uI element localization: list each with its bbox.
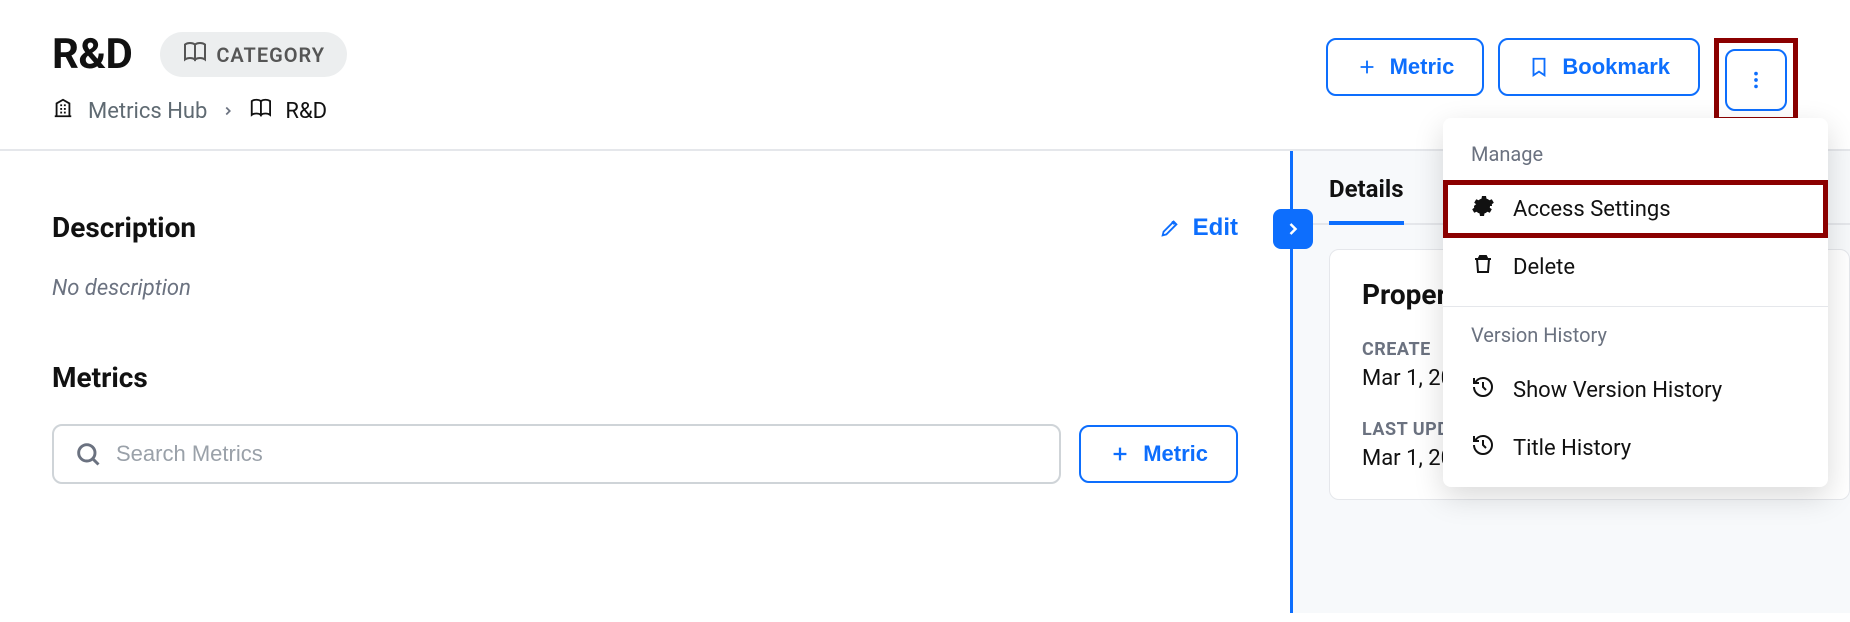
more-actions-menu: Manage Access Settings Delete Version Hi…	[1443, 118, 1828, 487]
menu-item-delete[interactable]: Delete	[1443, 238, 1828, 296]
chevron-right-icon	[221, 99, 235, 124]
menu-item-label: Access Settings	[1513, 197, 1671, 222]
title-row: R&D CATEGORY	[52, 30, 347, 79]
add-metric-inline-button[interactable]: Metric	[1079, 425, 1238, 483]
menu-section-manage: Manage	[1443, 136, 1828, 180]
menu-divider	[1443, 306, 1828, 307]
book-open-icon	[182, 40, 206, 69]
menu-item-label: Title History	[1513, 436, 1631, 461]
edit-description-button[interactable]: Edit	[1159, 214, 1238, 242]
description-header-row: Description Edit	[52, 211, 1238, 244]
more-button-highlight	[1714, 38, 1798, 122]
add-metric-button[interactable]: Metric	[1326, 38, 1485, 96]
menu-item-label: Show Version History	[1513, 378, 1722, 403]
add-metric-label: Metric	[1390, 54, 1455, 80]
history-icon	[1471, 375, 1495, 405]
metrics-heading: Metrics	[52, 361, 1238, 394]
tab-details[interactable]: Details	[1329, 175, 1404, 225]
bookmark-button[interactable]: Bookmark	[1498, 38, 1700, 96]
search-icon	[74, 440, 102, 468]
page-title: R&D	[52, 30, 132, 79]
description-empty-text: No description	[52, 276, 1238, 301]
breadcrumb-current: R&D	[285, 99, 327, 124]
header-left: R&D CATEGORY Metrics Hub R&D	[52, 30, 347, 125]
building-icon	[52, 97, 74, 125]
menu-item-show-version-history[interactable]: Show Version History	[1443, 361, 1828, 419]
breadcrumb: Metrics Hub R&D	[52, 97, 347, 125]
history-icon	[1471, 433, 1495, 463]
category-chip-label: CATEGORY	[216, 43, 325, 67]
collapse-panel-button[interactable]	[1273, 209, 1313, 249]
more-actions-button[interactable]	[1725, 49, 1787, 111]
header-actions: Metric Bookmark	[1326, 30, 1798, 122]
chevron-right-icon	[1283, 219, 1303, 239]
menu-section-version: Version History	[1443, 317, 1828, 361]
menu-item-access-settings[interactable]: Access Settings	[1443, 180, 1828, 238]
description-heading: Description	[52, 211, 196, 244]
menu-item-title-history[interactable]: Title History	[1443, 419, 1828, 477]
add-metric-inline-label: Metric	[1143, 441, 1208, 467]
menu-item-label: Delete	[1513, 255, 1575, 280]
search-metrics-wrapper[interactable]	[52, 424, 1061, 484]
plus-icon	[1356, 56, 1378, 78]
trash-icon	[1471, 252, 1495, 282]
search-metrics-input[interactable]	[116, 441, 1039, 467]
category-chip: CATEGORY	[160, 32, 347, 77]
more-vertical-icon	[1745, 69, 1767, 91]
bookmark-icon	[1528, 56, 1550, 78]
book-open-icon	[249, 97, 271, 125]
edit-label: Edit	[1193, 214, 1238, 242]
breadcrumb-root[interactable]: Metrics Hub	[88, 99, 207, 124]
pencil-icon	[1159, 217, 1181, 239]
left-column: Description Edit No description Metrics …	[0, 151, 1290, 613]
metrics-controls: Metric	[52, 424, 1238, 484]
plus-icon	[1109, 443, 1131, 465]
bookmark-label: Bookmark	[1562, 54, 1670, 80]
gear-icon	[1471, 194, 1495, 224]
